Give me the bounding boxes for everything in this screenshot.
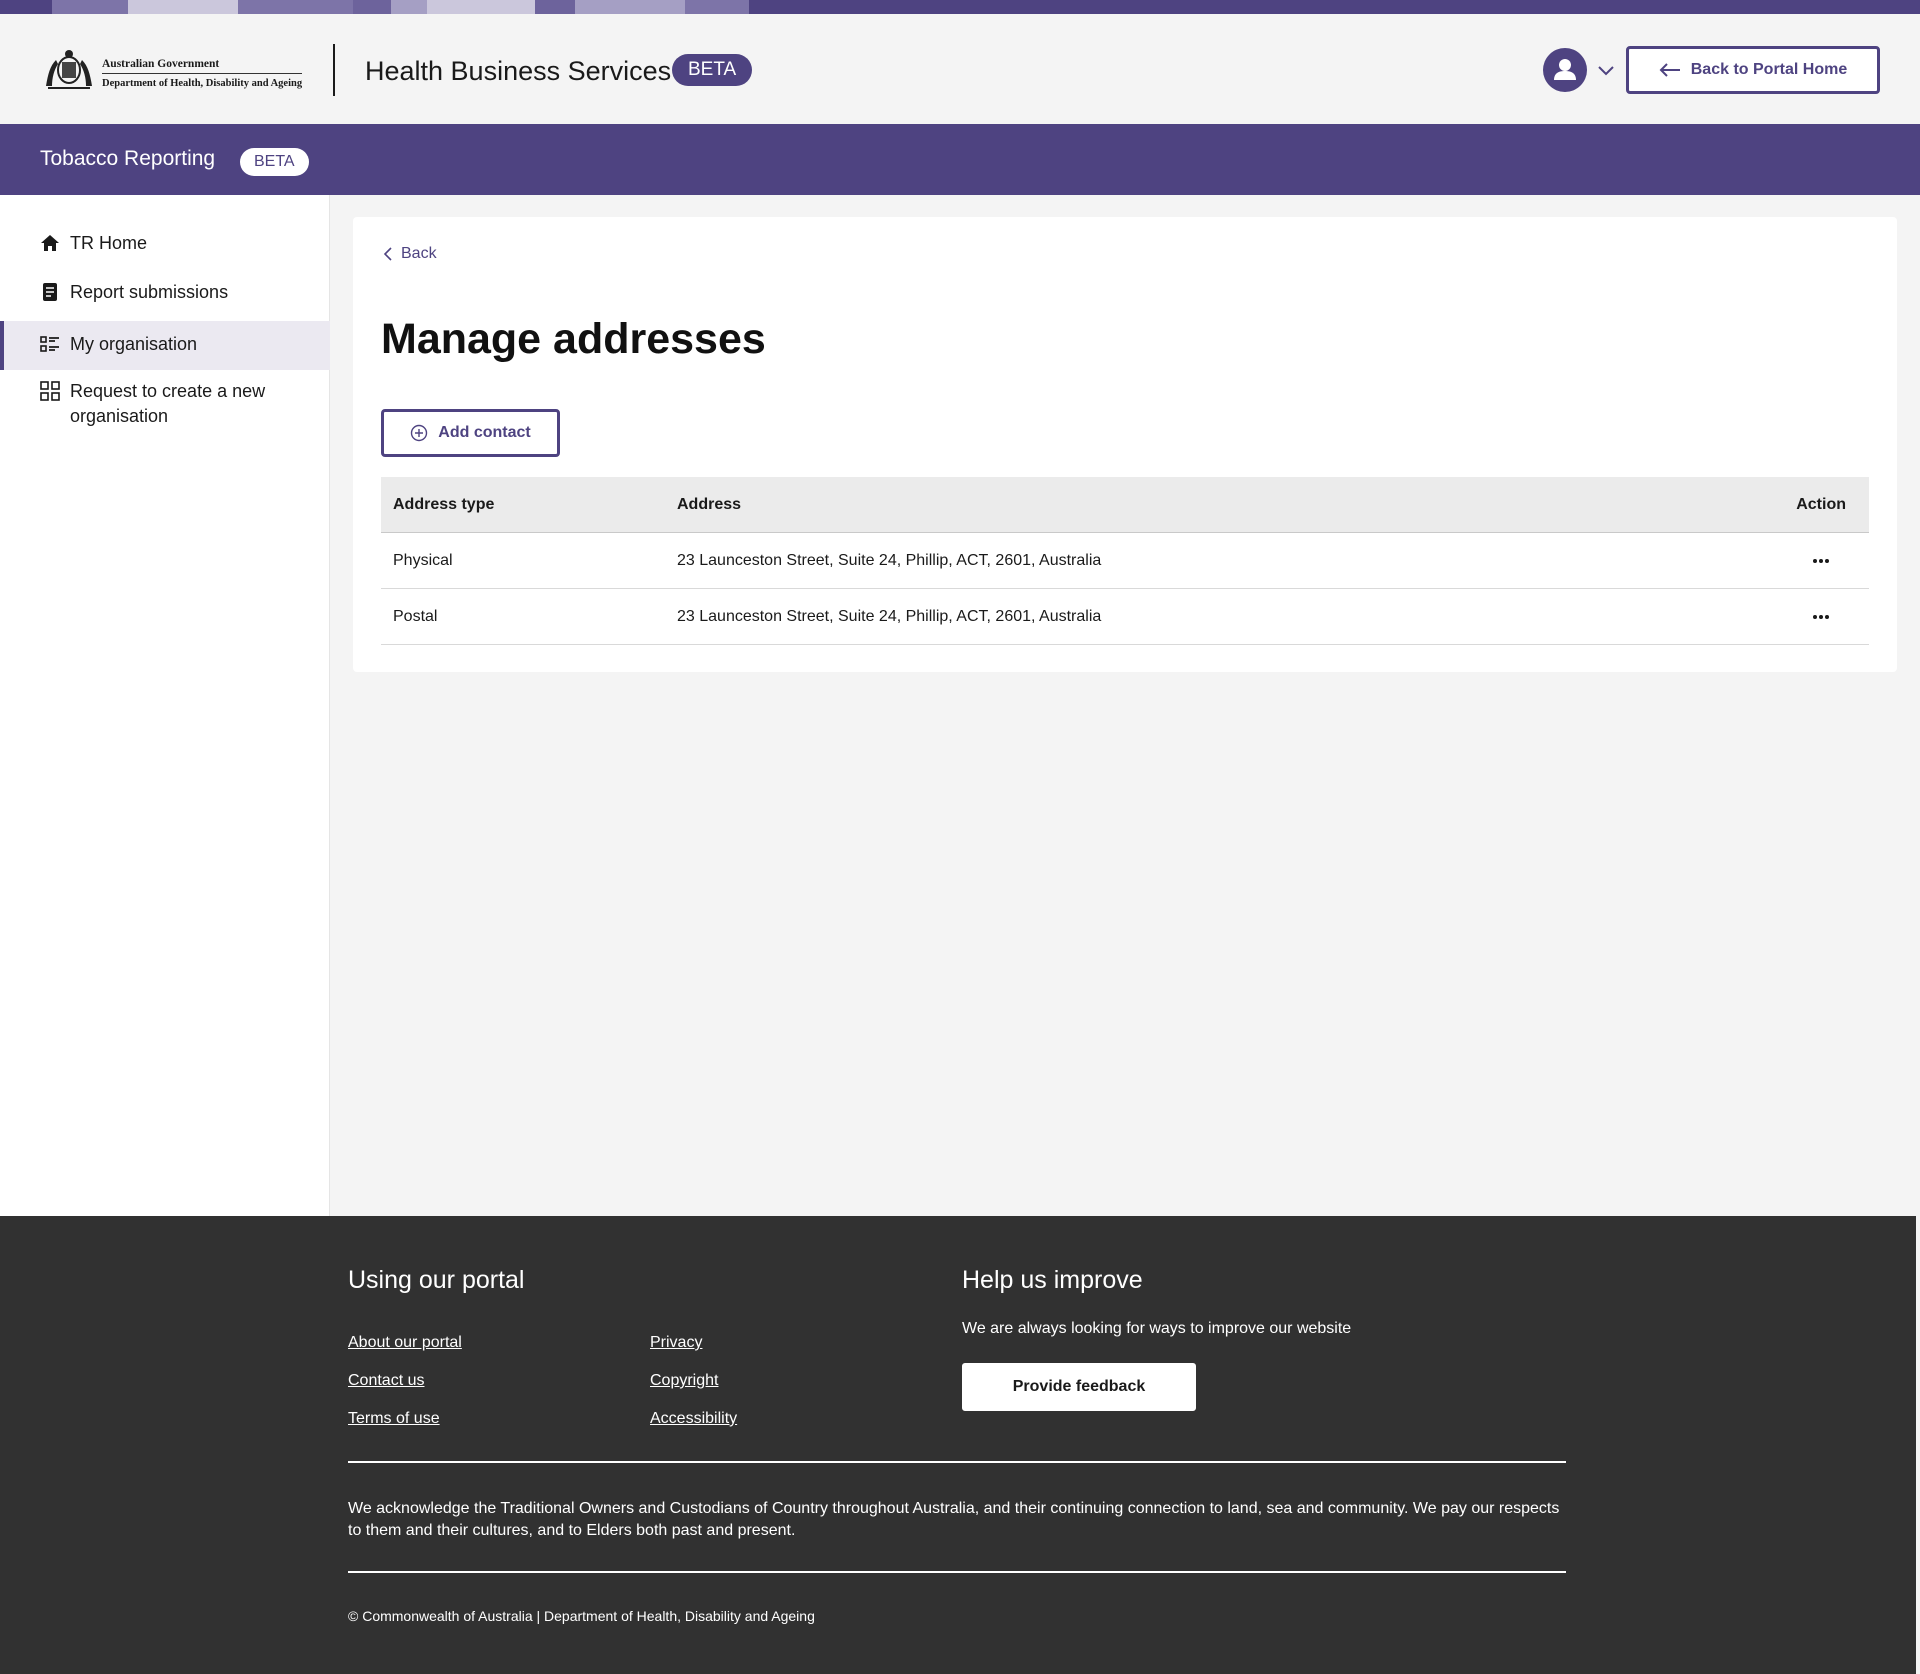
user-icon [1554,59,1576,80]
table-row: Physical 23 Launceston Street, Suite 24,… [381,533,1869,589]
beta-badge: BETA [672,54,753,86]
provide-feedback-button[interactable]: Provide feedback [962,1363,1196,1411]
address-cell: 23 Launceston Street, Suite 24, Phillip,… [677,608,1102,625]
coat-of-arms-icon [46,50,92,89]
sidebar-item-my-organisation[interactable]: My organisation [0,321,330,370]
footer-link-accessibility[interactable]: Accessibility [650,1408,737,1430]
footer-improve-heading: Help us improve [962,1266,1143,1294]
address-cell: 23 Launceston Street, Suite 24, Phillip,… [677,552,1102,569]
sidebar-item-request-new-organisation[interactable]: Request to create a new organisation [0,379,330,433]
page-title: Manage addresses [381,315,766,363]
column-header-address-type: Address type [393,496,495,513]
footer-link-privacy[interactable]: Privacy [650,1332,702,1354]
sidebar-item-label: Request to create a new organisation [70,381,266,426]
main-card: Back Manage addresses Add contact Addres… [353,217,1897,672]
address-type-cell: Postal [393,608,438,625]
service-beta-badge: BETA [240,148,309,176]
sidebar-nav: TR Home Report submissions My organisati… [0,195,330,1216]
back-to-portal-button[interactable]: Back to Portal Home [1626,46,1880,94]
column-header-address: Address [677,496,742,513]
arrow-left-icon [1659,63,1680,77]
chevron-down-icon[interactable] [1596,60,1616,80]
table-header-row: Address type Address Action [381,477,1869,533]
home-icon [41,235,59,251]
plus-circle-icon [411,424,428,442]
sidebar-item-label: My organisation [70,334,198,354]
column-header-action: Action [1796,496,1846,513]
sidebar-item-tr-home[interactable]: TR Home [0,231,330,261]
copyright-notice: © Commonwealth of Australia | Department… [348,1608,815,1624]
department-name: Department of Health, Disability and Age… [102,78,303,89]
footer-divider [348,1571,1566,1573]
row-actions-menu-icon[interactable] [1810,609,1832,625]
service-bar: Tobacco Reporting BETA [0,124,1920,195]
acknowledgement-of-country: We acknowledge the Traditional Owners an… [348,1500,1560,1539]
document-icon [43,283,57,301]
back-link[interactable]: Back [383,245,437,263]
footer-improve-text: We are always looking for ways to improv… [962,1320,1352,1337]
sidebar-item-label: Report submissions [70,282,229,302]
add-contact-button[interactable]: Add contact [381,409,560,457]
footer-link-about[interactable]: About our portal [348,1332,462,1354]
site-footer: Using our portal About our portal Contac… [0,1216,1916,1674]
back-to-portal-label: Back to Portal Home [1690,61,1848,78]
footer-link-copyright[interactable]: Copyright [650,1370,718,1392]
sidebar-item-report-submissions[interactable]: Report submissions [0,280,330,310]
back-link-label: Back [401,245,437,262]
row-actions-menu-icon[interactable] [1810,553,1832,569]
site-title[interactable]: Health Business Services [365,54,671,88]
footer-using-heading: Using our portal [348,1266,525,1294]
address-type-cell: Physical [393,552,453,569]
list-icon [40,336,59,352]
gov-name: Australian Government [102,58,220,70]
header-divider [333,44,335,96]
top-decorative-stripe [0,0,1920,14]
footer-link-contact[interactable]: Contact us [348,1370,424,1392]
add-contact-label: Add contact [438,424,531,441]
chevron-left-icon [383,247,392,261]
user-avatar-button[interactable] [1543,48,1587,92]
site-header: Australian Government Department of Heal… [0,14,1920,124]
table-row: Postal 23 Launceston Street, Suite 24, P… [381,589,1869,645]
addresses-table: Address type Address Action Physical 23 … [381,477,1869,645]
footer-divider [348,1461,1566,1463]
grid-add-icon [40,381,60,401]
service-title[interactable]: Tobacco Reporting [40,146,215,172]
footer-link-terms[interactable]: Terms of use [348,1408,440,1430]
sidebar-item-label: TR Home [70,233,148,253]
government-wordmark: Australian Government Department of Heal… [102,57,302,90]
